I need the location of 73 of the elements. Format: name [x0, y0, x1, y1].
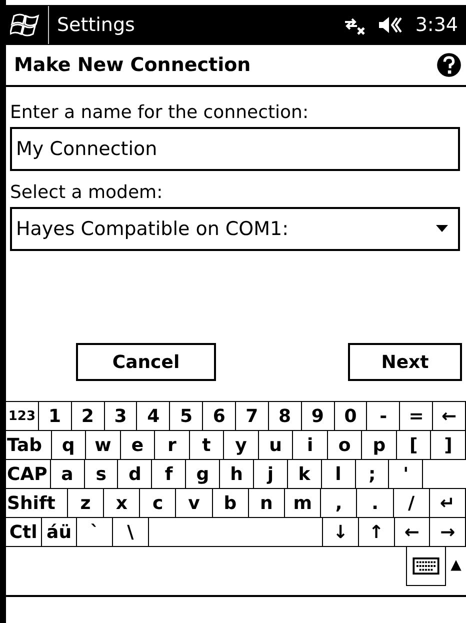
keyboard-key[interactable]: 3 — [104, 402, 138, 431]
next-button[interactable]: Next — [348, 343, 462, 381]
keyboard-key[interactable]: 2 — [72, 402, 105, 431]
keyboard-key[interactable]: 4 — [137, 402, 170, 431]
keyboard-key[interactable]: [ — [396, 431, 432, 460]
keyboard-key[interactable]: e — [120, 431, 156, 460]
keyboard-key[interactable]: ↑ — [358, 518, 395, 547]
keyboard-key[interactable]: p — [362, 431, 397, 460]
dropdown-caret-icon[interactable] — [436, 225, 448, 233]
space-bar[interactable] — [148, 518, 324, 547]
keyboard-key[interactable]: ↓ — [323, 518, 359, 547]
keyboard-key[interactable]: i — [293, 431, 328, 460]
keyboard-key[interactable]: d — [118, 460, 152, 489]
keyboard-key[interactable]: 6 — [203, 402, 236, 431]
keyboard-key[interactable]: g — [186, 460, 220, 489]
keyboard-key[interactable]: 7 — [236, 402, 269, 431]
cancel-button[interactable]: Cancel — [76, 343, 216, 381]
keyboard-key[interactable]: → — [430, 518, 466, 547]
keyboard-key[interactable]: 1 — [38, 402, 72, 431]
keyboard-key[interactable]: v — [176, 489, 213, 518]
keyboard-key[interactable]: f — [152, 460, 186, 489]
keyboard-key[interactable]: w — [86, 431, 121, 460]
keyboard-key[interactable]: ` — [77, 518, 114, 547]
window-title: Settings — [57, 14, 136, 36]
keyboard-key[interactable]: t — [190, 431, 224, 460]
keyboard-key[interactable]: o — [328, 431, 362, 460]
keyboard-key[interactable]: h — [220, 460, 254, 489]
keyboard-key[interactable]: r — [155, 431, 190, 460]
keyboard-key[interactable]: ← — [394, 518, 430, 547]
keyboard-key[interactable]: s — [84, 460, 118, 489]
keyboard-key[interactable]: Tab — [6, 431, 52, 460]
keyboard-key[interactable]: l — [322, 460, 356, 489]
name-label: Enter a name for the connection: — [10, 101, 310, 125]
keyboard-key[interactable]: CAP — [6, 460, 51, 489]
keyboard-key[interactable]: u — [258, 431, 294, 460]
keyboard-key[interactable]: 0 — [334, 402, 368, 431]
keyboard-key[interactable]: n — [248, 489, 286, 518]
keyboard-key[interactable]: . — [357, 489, 394, 518]
help-icon[interactable] — [436, 52, 462, 78]
modem-dropdown[interactable]: Hayes Compatible on COM1: — [10, 207, 460, 251]
keyboard-key[interactable]: b — [212, 489, 249, 518]
keyboard-key[interactable]: k — [288, 460, 322, 489]
keyboard-key[interactable]: a — [50, 460, 85, 489]
keyboard-icon[interactable] — [406, 547, 446, 586]
keyboard-key[interactable]: ' — [389, 460, 424, 489]
keyboard-key[interactable]: ; — [356, 460, 390, 489]
keyboard-key[interactable]: q — [52, 431, 86, 460]
keyboard-key[interactable]: ↵ — [430, 489, 466, 518]
keyboard-key[interactable]: / — [394, 489, 430, 518]
keyboard-key[interactable]: \ — [113, 518, 149, 547]
keyboard-key[interactable]: ] — [431, 431, 466, 460]
keyboard-key[interactable]: , — [321, 489, 358, 518]
keyboard-key[interactable]: z — [68, 489, 104, 518]
keyboard-key[interactable]: 123 — [6, 402, 39, 431]
input-menu-arrow[interactable]: ▲ — [446, 547, 466, 577]
keyboard-key[interactable]: 5 — [170, 402, 204, 431]
keyboard-key[interactable]: Shift — [6, 489, 68, 518]
connection-name-field[interactable]: My Connection — [10, 127, 460, 171]
keyboard-key[interactable]: j — [254, 460, 288, 489]
keyboard-key[interactable]: 8 — [268, 402, 302, 431]
modem-label: Select a modem: — [10, 181, 164, 205]
keyboard-key[interactable]: x — [104, 489, 140, 518]
keyboard-key[interactable]: - — [367, 402, 400, 431]
keyboard-key[interactable]: Ctl — [6, 518, 42, 547]
keyboard-key[interactable]: m — [285, 489, 322, 518]
clock-time[interactable]: 3:34 — [415, 14, 458, 36]
keyboard-key[interactable]: ← — [433, 402, 466, 431]
page-heading: Make New Connection — [14, 54, 251, 76]
keyboard-key[interactable]: y — [224, 431, 259, 460]
keyboard-key[interactable]: áü — [42, 518, 78, 547]
keyboard-key[interactable]: = — [400, 402, 434, 431]
keyboard-key[interactable]: 9 — [302, 402, 335, 431]
keyboard-key[interactable]: c — [140, 489, 176, 518]
